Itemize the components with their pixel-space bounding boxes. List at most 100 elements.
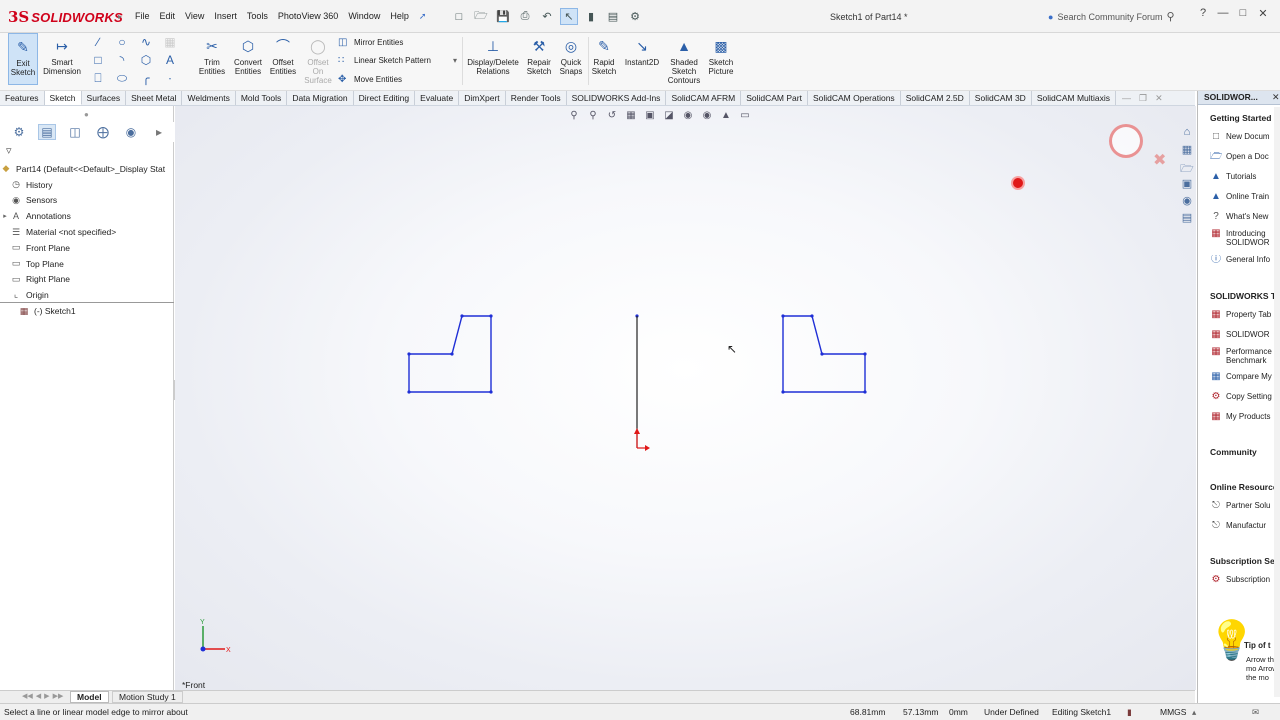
rebuild-status-icon[interactable]: ▮: [1127, 707, 1132, 718]
graphics-area[interactable]: ⚲ ⚲ ↺ ▦ ▣ ◪ ◉ ◉ ▲ ▭ Y X ↖ ✖ *Front: [175, 106, 1196, 690]
expand-arrow-icon[interactable]: ▸: [0, 212, 10, 220]
my-products-link[interactable]: ▦ My Products: [1210, 412, 1280, 421]
mirror-entities-button[interactable]: ◫ Mirror Entities: [338, 37, 403, 48]
doc-restore-button[interactable]: ❐: [1139, 93, 1147, 104]
online-training-link[interactable]: ▲ Online Train: [1210, 192, 1280, 201]
tree-item-origin[interactable]: ⌞ Origin: [0, 287, 174, 304]
dimxpert-manager-icon[interactable]: ⨁: [94, 125, 112, 139]
cancel-x-icon[interactable]: ✖: [1153, 150, 1166, 170]
property-tab-link[interactable]: ▦ Property Tab: [1210, 310, 1280, 319]
quick-snaps-button[interactable]: ◎ Quick Snaps: [556, 33, 586, 77]
tab-solidcam-part[interactable]: SolidCAM Part: [741, 91, 808, 105]
dropdown-chevron-icon[interactable]: ▾: [453, 56, 457, 65]
open-icon[interactable]: 🗁: [472, 8, 490, 25]
print-icon[interactable]: ⎙: [516, 8, 534, 25]
compare-my-link[interactable]: ▦ Compare My: [1210, 372, 1280, 381]
tab-surfaces[interactable]: Surfaces: [82, 91, 127, 105]
tab-motion-study[interactable]: Motion Study 1: [112, 691, 183, 703]
arc-icon[interactable]: ◝: [114, 53, 130, 67]
tab-dimxpert[interactable]: DimXpert: [459, 91, 506, 105]
tree-item-material[interactable]: ☰ Material <not specified>: [0, 224, 174, 240]
chat-icon[interactable]: ✉: [1252, 707, 1259, 718]
custom-properties-icon[interactable]: ▤: [1178, 211, 1196, 228]
tree-item-sketch1[interactable]: ▦ (-) Sketch1: [0, 303, 174, 319]
circle-icon[interactable]: ○: [114, 35, 130, 49]
menu-insert[interactable]: Insert: [209, 9, 242, 24]
point-icon[interactable]: ∙: [162, 71, 178, 86]
display-delete-relations-button[interactable]: ⊥ Display/Delete Relations: [464, 33, 522, 77]
trim-entities-button[interactable]: ✂ Trim Entities: [198, 33, 226, 77]
whats-new-link[interactable]: ? What's New: [1210, 212, 1280, 221]
close-button[interactable]: ✕: [1256, 7, 1270, 20]
linear-sketch-pattern-button[interactable]: ∷ Linear Sketch Pattern ▾: [338, 55, 457, 66]
shaded-sketch-contours-button[interactable]: ▲ Shaded Sketch Contours: [664, 33, 704, 86]
tab-model[interactable]: Model: [70, 691, 109, 703]
general-info-link[interactable]: ⓘ General Info: [1210, 255, 1280, 264]
tab-solidcam-multiaxis[interactable]: SolidCAM Multiaxis: [1032, 91, 1117, 105]
file-properties-icon[interactable]: ▤: [604, 8, 622, 25]
sketch-profile-right[interactable]: [782, 315, 866, 393]
logo-chevron-icon[interactable]: ▸: [118, 12, 122, 21]
menu-view[interactable]: View: [180, 9, 209, 24]
file-explorer-icon[interactable]: 🗁: [1178, 160, 1196, 177]
tree-item-annotations[interactable]: ▸ A Annotations: [0, 208, 174, 224]
panel-grip-icon[interactable]: ●: [84, 110, 89, 119]
tree-item-history[interactable]: ◷ History: [0, 177, 174, 193]
subscription-link[interactable]: ⚙ Subscription: [1210, 575, 1280, 584]
community-heading[interactable]: Community: [1210, 447, 1257, 457]
tree-item-sensors[interactable]: ◉ Sensors: [0, 193, 174, 209]
menu-help[interactable]: Help: [385, 9, 414, 24]
first-tab-icon[interactable]: ◀◀: [22, 692, 33, 700]
filter-icon[interactable]: ▿: [6, 144, 12, 157]
search-icon[interactable]: ⚲: [1166, 10, 1174, 23]
rapid-sketch-button[interactable]: ✎ Rapid Sketch: [590, 33, 618, 77]
spline-icon[interactable]: ∿: [138, 35, 154, 49]
task-pane-close-icon[interactable]: ✕: [1272, 92, 1280, 103]
save-icon[interactable]: 💾: [494, 8, 512, 25]
exit-sketch-button[interactable]: ✎ Exit Sketch: [8, 33, 38, 85]
slot-icon[interactable]: ⎕: [90, 71, 106, 86]
prev-tab-icon[interactable]: ◀: [36, 692, 41, 700]
menu-file[interactable]: File: [130, 9, 155, 24]
open-document-link[interactable]: 🗁 Open a Doc: [1210, 152, 1280, 161]
tab-mold-tools[interactable]: Mold Tools: [236, 91, 288, 105]
tab-sketch[interactable]: Sketch: [44, 91, 82, 105]
menu-window[interactable]: Window: [343, 9, 385, 24]
move-entities-button[interactable]: ✥ Move Entities: [338, 74, 402, 85]
performance-benchmark-link[interactable]: ▦ Performance Benchmark: [1210, 347, 1280, 365]
doc-close-button[interactable]: ✕: [1155, 93, 1163, 104]
introducing-solidworks-link[interactable]: ▦ Introducing SOLIDWOR: [1210, 229, 1280, 247]
tree-root-part[interactable]: ◆ Part14 (Default<<Default>_Display Stat: [0, 161, 174, 177]
tab-features[interactable]: Features: [0, 91, 45, 105]
rebuild-icon[interactable]: ▮: [582, 8, 600, 25]
tab-sheet-metal[interactable]: Sheet Metal: [126, 91, 183, 105]
menu-photoview[interactable]: PhotoView 360: [273, 9, 343, 24]
appearances-icon[interactable]: ◉: [1178, 194, 1196, 211]
tree-item-front-plane[interactable]: ▭ Front Plane: [0, 240, 174, 256]
tab-evaluate[interactable]: Evaluate: [415, 91, 460, 105]
rectangle-icon[interactable]: □: [90, 53, 106, 67]
tab-solidworks-addins[interactable]: SOLIDWORKS Add-Ins: [567, 91, 667, 105]
tutorials-link[interactable]: ▲ Tutorials: [1210, 172, 1280, 181]
property-manager-icon[interactable]: ▤: [38, 124, 56, 140]
offset-entities-button[interactable]: ⌒ Offset Entities: [268, 33, 298, 77]
instant2d-button[interactable]: ↘ Instant2D: [622, 33, 662, 68]
fillet-icon[interactable]: ╭: [138, 71, 154, 86]
units-chevron-icon[interactable]: ▴: [1192, 707, 1196, 718]
search-input[interactable]: Search Community Forum: [1057, 12, 1162, 22]
solidworks-logo[interactable]: 3S SOLIDWORKS: [8, 8, 123, 26]
search-box[interactable]: ● Search Community Forum ⚲: [1048, 8, 1188, 25]
tree-item-right-plane[interactable]: ▭ Right Plane: [0, 272, 174, 288]
polygon-icon[interactable]: ⬡: [138, 53, 154, 67]
maximize-button[interactable]: □: [1236, 7, 1250, 20]
solidworks-resources-icon[interactable]: ⌂: [1178, 126, 1196, 143]
unit-system-selector[interactable]: MMGS: [1160, 707, 1186, 717]
display-manager-icon[interactable]: ◉: [122, 125, 140, 139]
expand-panel-icon[interactable]: ▸: [150, 125, 168, 139]
tab-weldments[interactable]: Weldments: [182, 91, 236, 105]
next-tab-icon[interactable]: ▶: [44, 692, 49, 700]
text-icon[interactable]: A: [162, 53, 178, 67]
ellipse-icon[interactable]: ⬭: [114, 71, 130, 86]
tree-item-top-plane[interactable]: ▭ Top Plane: [0, 256, 174, 272]
tab-solidcam-25d[interactable]: SolidCAM 2.5D: [901, 91, 970, 105]
